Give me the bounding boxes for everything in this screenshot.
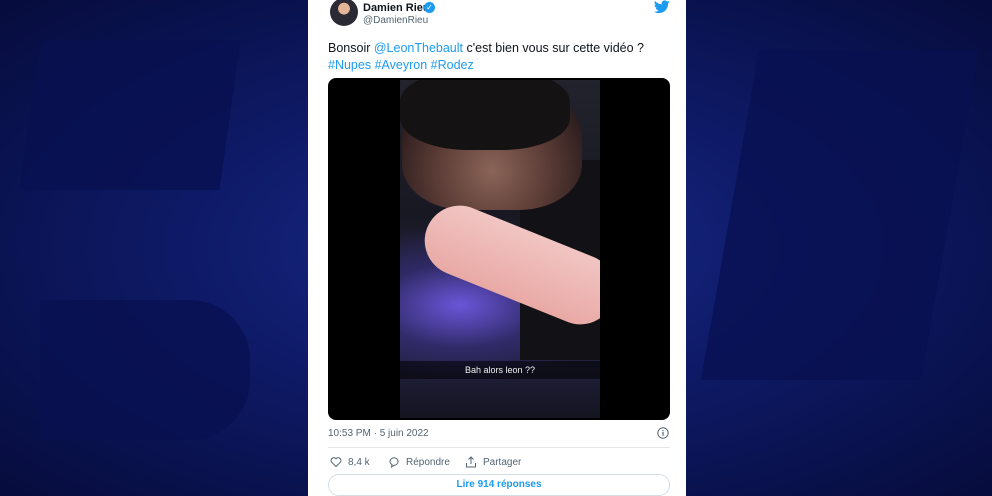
video-player[interactable]: Bah alors leon ?? — [328, 78, 670, 420]
video-frame: Bah alors leon ?? — [400, 80, 600, 418]
video-caption: Bah alors leon ?? — [400, 361, 600, 379]
tweet-card: Damien Rieu ✓ @DamienRieu Bonsoir @LeonT… — [308, 0, 686, 496]
share-icon — [466, 456, 476, 468]
tweet-text-body: c'est bien vous sur cette vidéo ? — [463, 41, 644, 55]
info-icon[interactable] — [657, 427, 669, 439]
read-replies-button[interactable]: Lire 914 réponses — [328, 474, 670, 496]
hashtag-link[interactable]: #Aveyron — [375, 58, 428, 72]
reply-label: Répondre — [406, 456, 450, 468]
background-shape-left — [19, 40, 241, 190]
share-button[interactable]: Partager — [465, 455, 521, 469]
share-label: Partager — [483, 456, 522, 468]
heart-icon — [330, 457, 342, 468]
hashtag-link[interactable]: #Nupes — [328, 58, 371, 72]
mention-link[interactable]: @LeonThebault — [374, 41, 463, 55]
reply-button[interactable]: Répondre — [388, 455, 450, 469]
tweet-text-greeting: Bonsoir — [328, 41, 374, 55]
avatar[interactable] — [330, 0, 358, 26]
video-hair — [400, 80, 570, 150]
like-button[interactable]: 8,4 k — [330, 455, 370, 469]
background-shape-left-lower — [40, 300, 250, 440]
tweet-text: Bonsoir @LeonThebault c'est bien vous su… — [328, 40, 673, 74]
twitter-bird-icon[interactable] — [654, 0, 670, 14]
author-handle[interactable]: @DamienRieu — [363, 15, 428, 26]
verified-badge-icon: ✓ — [424, 2, 435, 13]
divider — [328, 447, 670, 448]
author-name[interactable]: Damien Rieu — [363, 2, 430, 14]
hashtag-link[interactable]: #Rodez — [431, 58, 474, 72]
tweet-timestamp[interactable]: 10:53 PM · 5 juin 2022 — [328, 428, 429, 439]
reply-bubble-icon — [389, 457, 399, 468]
likes-count: 8,4 k — [348, 456, 370, 468]
